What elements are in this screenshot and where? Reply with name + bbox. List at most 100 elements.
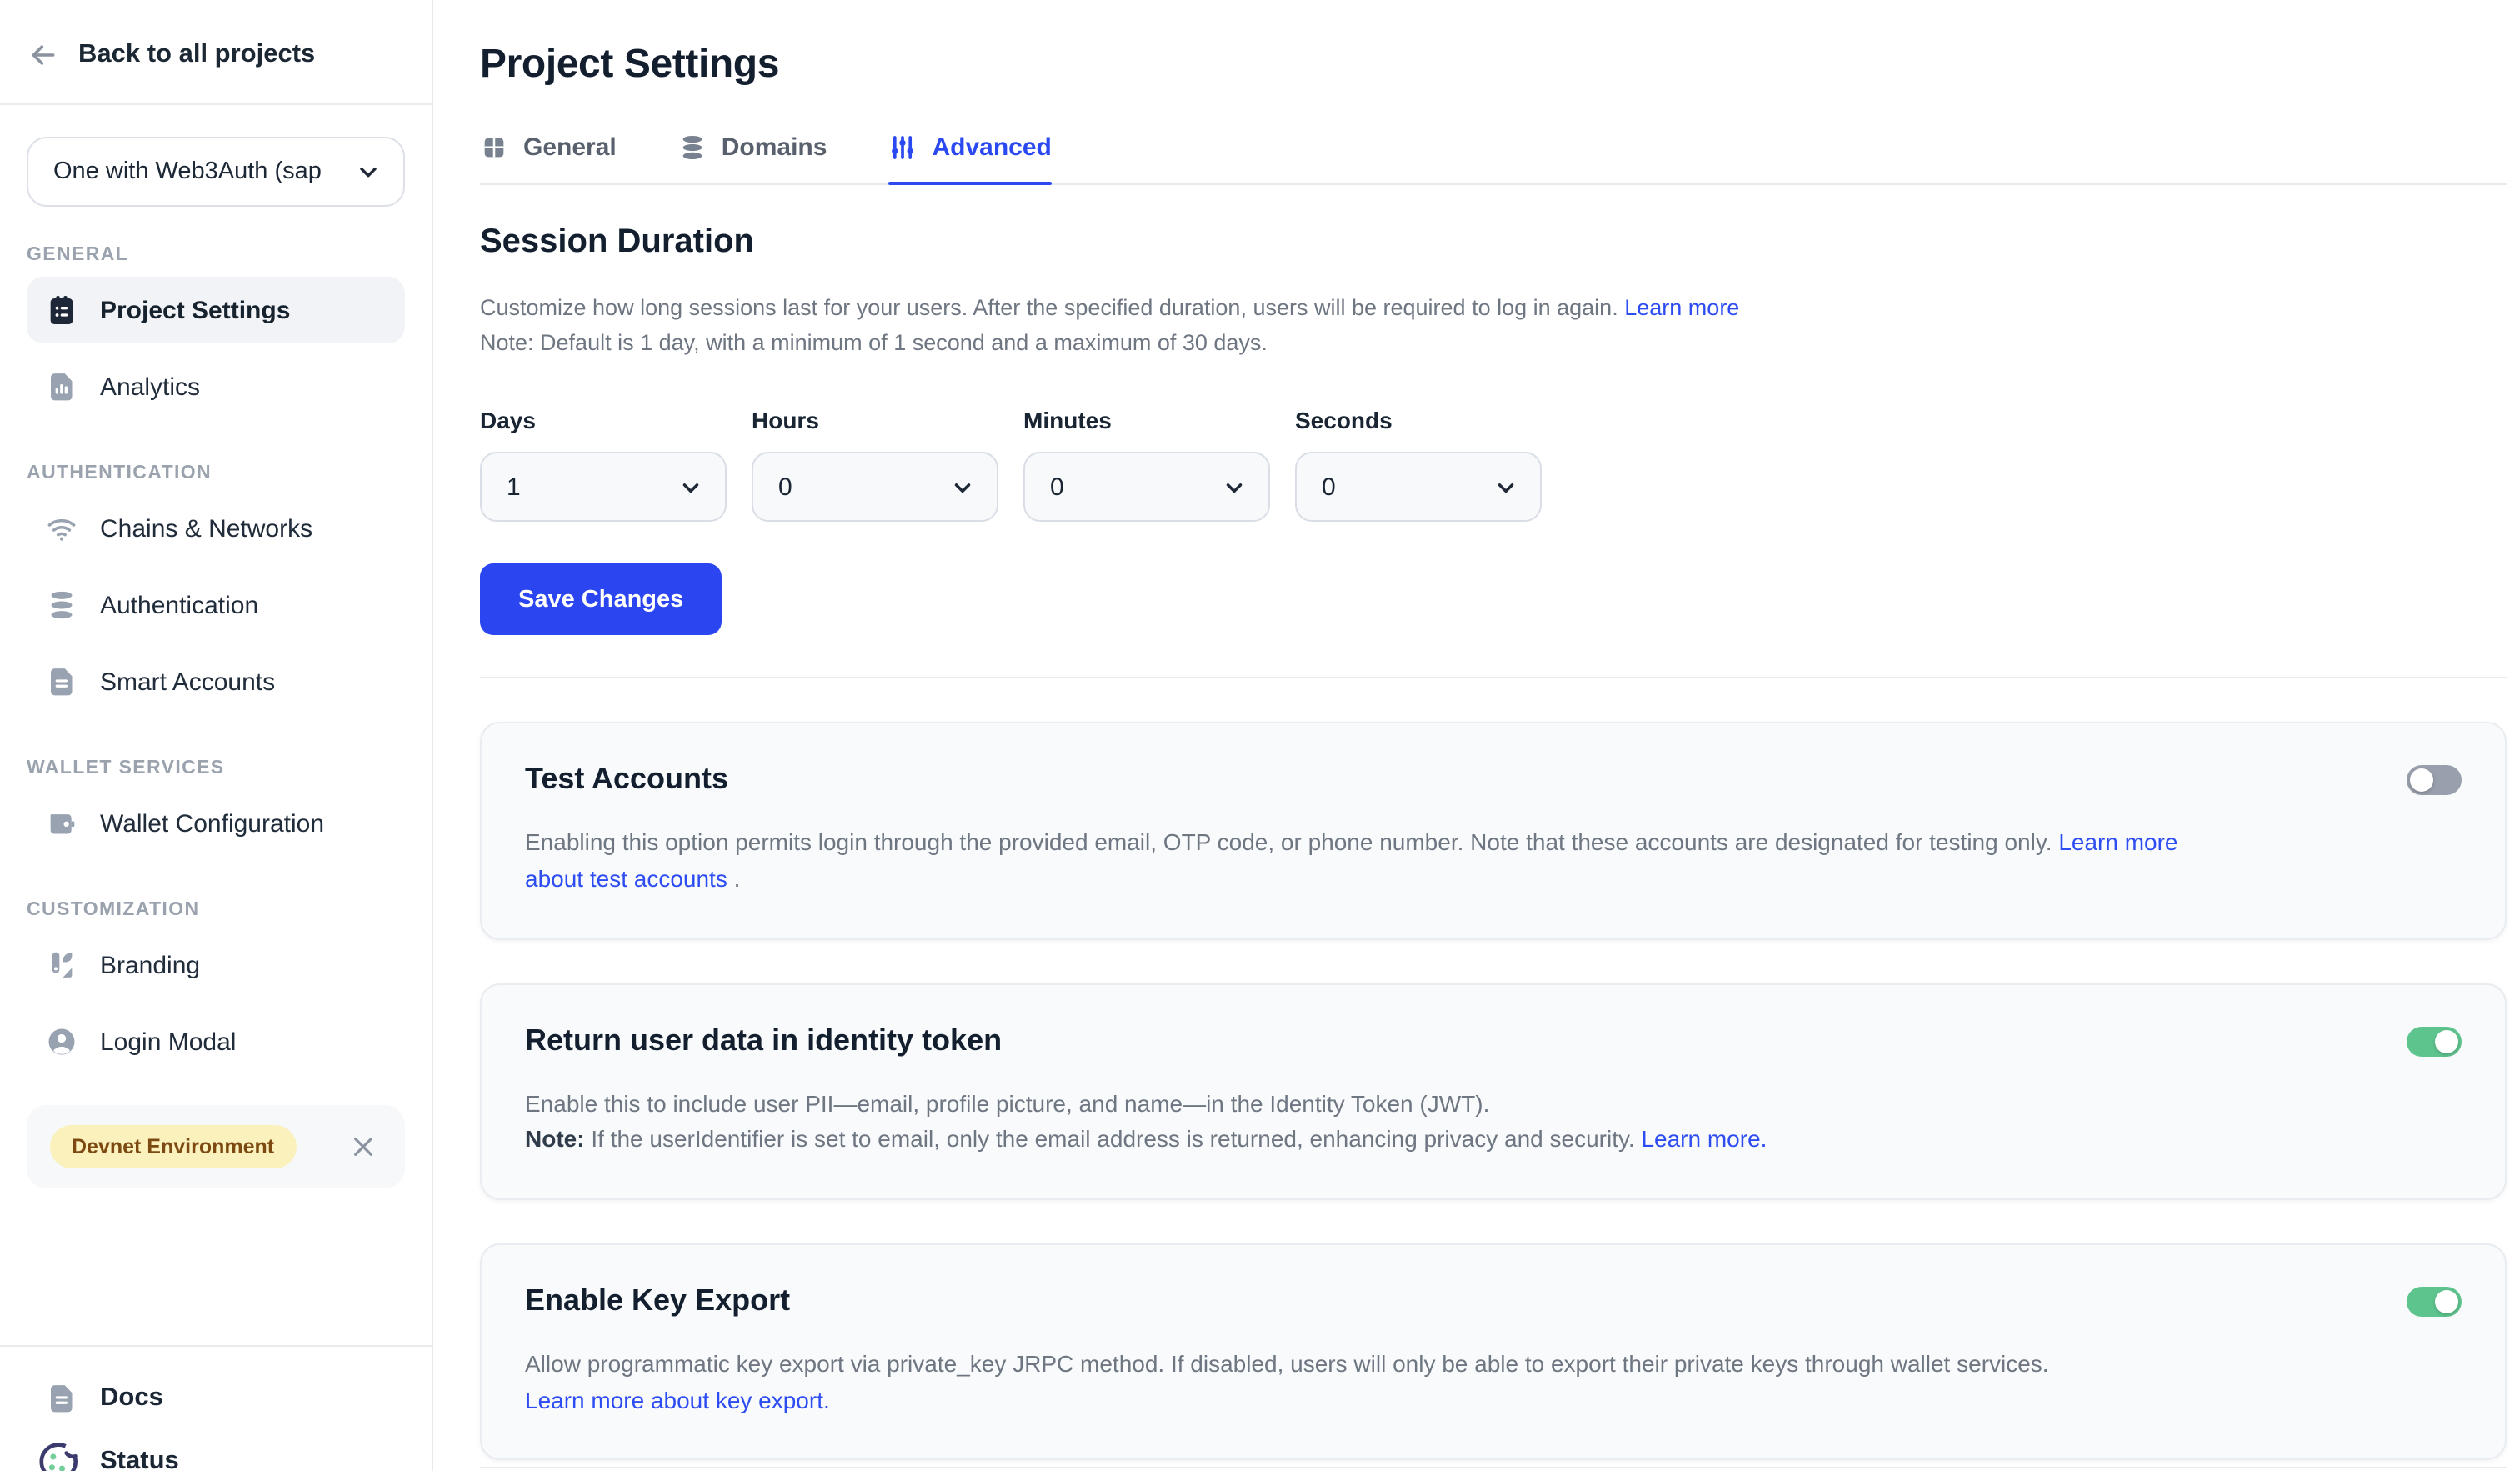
sliders-icon [888,133,917,162]
bottom-divider [480,1467,2507,1468]
days-label: Days [480,408,727,434]
identity-token-card: Return user data in identity token Enabl… [480,983,2507,1200]
close-icon[interactable] [350,1133,377,1160]
chevron-down-icon [355,158,382,185]
back-to-projects-link[interactable]: Back to all projects [0,0,432,103]
project-selector[interactable]: One with Web3Auth (sap [27,137,405,207]
minutes-value: 0 [1050,473,1064,502]
clipboard-icon [45,293,78,327]
main-content: Project Settings General Domains [433,0,2520,1471]
analytics-file-icon [45,370,78,403]
identity-token-note-text: If the userIdentifier is set to email, o… [591,1126,1634,1153]
sidebar-divider [0,103,432,105]
session-duration-description: Customize how long sessions last for you… [480,289,2313,362]
test-accounts-toggle[interactable] [2407,766,2462,796]
identity-token-title: Return user data in identity token [525,1023,1002,1058]
seconds-label: Seconds [1295,408,1542,434]
key-export-description: Allow programmatic key export via privat… [525,1347,2462,1419]
document-icon [45,1381,78,1414]
tab-label: General [523,133,617,162]
environment-badge: Devnet Environment [50,1125,296,1168]
back-to-projects-label: Back to all projects [78,40,315,70]
app-window: Back to all projects One with Web3Auth (… [0,0,2520,1471]
identity-token-toggle[interactable] [2407,1026,2462,1056]
duration-form: Days 1 Hours 0 Minutes 0 [480,408,2520,523]
sidebar-item-login-modal[interactable]: Login Modal [27,1008,405,1075]
key-export-description-text: Allow programmatic key export via privat… [525,1350,2049,1377]
sidebar-section-authentication: AUTHENTICATION [27,463,405,483]
tab-label: Domains [722,133,828,162]
chevron-down-icon [1493,475,1518,500]
test-accounts-description-text: Enabling this option permits login throu… [525,829,2052,856]
sidebar-item-authentication[interactable]: Authentication [27,572,405,638]
days-field: Days 1 [480,408,727,523]
session-duration-note: Note: Default is 1 day, with a minimum o… [480,331,1268,356]
chevron-down-icon [1222,475,1247,500]
document-icon [45,665,78,698]
database-icon [678,133,707,162]
sidebar-item-analytics[interactable]: Analytics [27,353,405,420]
tab-advanced[interactable]: Advanced [888,133,1051,183]
test-accounts-description-suffix: . [734,865,741,892]
sidebar-item-label: Docs [100,1383,163,1413]
sidebar-item-status[interactable]: Status [27,1429,405,1471]
sidebar-item-label: Wallet Configuration [100,809,324,838]
chevron-down-icon [950,475,975,500]
seconds-select[interactable]: 0 [1295,453,1542,523]
cookie-icon[interactable] [33,1434,87,1471]
identity-token-description: Enable this to include user PII—email, p… [525,1086,2462,1158]
sidebar-item-label: Chains & Networks [100,514,312,543]
sidebar-item-branding[interactable]: Branding [27,932,405,998]
sidebar-item-label: Authentication [100,591,258,619]
sidebar-section-general: GENERAL [27,245,405,265]
learn-more-link[interactable]: Learn more [1624,294,1739,319]
arrow-left-icon [27,38,60,72]
seconds-field: Seconds 0 [1295,408,1542,523]
test-accounts-card: Test Accounts Enabling this option permi… [480,723,2507,940]
sidebar-item-docs[interactable]: Docs [27,1366,405,1429]
branding-icon [45,948,78,982]
grid-icon [480,133,508,162]
sidebar-item-smart-accounts[interactable]: Smart Accounts [27,648,405,715]
sidebar-item-project-settings[interactable]: Project Settings [27,277,405,343]
tab-bar: General Domains Advanced [480,133,2507,185]
toggle-knob [2435,1029,2458,1053]
sidebar-item-label: Branding [100,951,200,979]
hours-select[interactable]: 0 [752,453,998,523]
database-icon [45,588,78,622]
sidebar-item-label: Smart Accounts [100,668,275,696]
learn-more-identity-link[interactable]: Learn more. [1641,1126,1767,1153]
sidebar-item-wallet-configuration[interactable]: Wallet Configuration [27,790,405,857]
key-export-title: Enable Key Export [525,1283,790,1318]
hours-field: Hours 0 [752,408,998,523]
sidebar: Back to all projects One with Web3Auth (… [0,0,433,1471]
days-select[interactable]: 1 [480,453,727,523]
wallet-icon [45,807,78,840]
project-selector-value: One with Web3Auth (sap [53,158,342,185]
page-title: Project Settings [480,42,2520,88]
minutes-select[interactable]: 0 [1023,453,1270,523]
minutes-label: Minutes [1023,408,1270,434]
session-duration-title: Session Duration [480,223,2520,262]
key-export-toggle[interactable] [2407,1287,2462,1317]
tab-domains[interactable]: Domains [678,133,828,183]
hours-label: Hours [752,408,998,434]
sidebar-section-customization: CUSTOMIZATION [27,900,405,920]
identity-token-description-text: Enable this to include user PII—email, p… [525,1089,1489,1116]
chevron-down-icon [678,475,703,500]
tab-general[interactable]: General [480,133,617,183]
note-label: Note: [525,1126,585,1153]
save-changes-button[interactable]: Save Changes [480,564,722,636]
wifi-icon [45,512,78,545]
sidebar-item-chains-networks[interactable]: Chains & Networks [27,495,405,562]
user-circle-icon [45,1025,78,1058]
sidebar-footer: Docs Status [0,1344,432,1471]
learn-more-key-export-link[interactable]: Learn more about key export. [525,1387,830,1413]
minutes-field: Minutes 0 [1023,408,1270,523]
key-export-card: Enable Key Export Allow programmatic key… [480,1243,2507,1461]
sidebar-item-label: Analytics [100,373,200,401]
seconds-value: 0 [1322,473,1336,502]
session-duration-description-text: Customize how long sessions last for you… [480,294,1618,319]
toggle-knob [2435,1290,2458,1313]
environment-banner: Devnet Environment [27,1105,405,1188]
